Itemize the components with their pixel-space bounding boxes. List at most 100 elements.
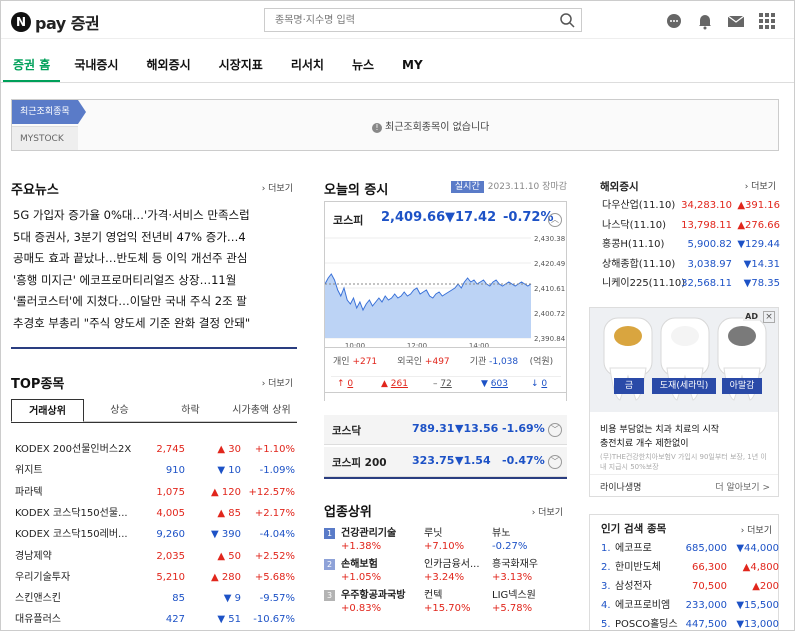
sector-stock[interactable]: 컨텍 (424, 589, 442, 602)
kospi200-change: ▼1.54 (455, 454, 491, 467)
collapse-icon[interactable]: ︿ (548, 213, 562, 227)
stock-pct: -1.09% (259, 465, 295, 477)
nav-market-index[interactable]: 시장지표 (205, 47, 277, 82)
tab-rising[interactable]: 상승 (84, 399, 155, 422)
sector-stock[interactable]: 루닛 (424, 527, 442, 540)
kosdaq-row[interactable]: 코스닥 789.31 ▼13.56 -1.69% ﹀ (324, 415, 567, 445)
news-item[interactable]: '롤러코스터'에 지쳤다…이달만 국내 주식 2조 팔 (13, 291, 295, 313)
list-item[interactable]: 2 손해보험 +1.05% 인카금융서... +3.24% 흥국화재우 +3.13% (324, 558, 567, 586)
list-item[interactable]: 4. 에코프로비엠 233,000 ▼15,500 (601, 596, 779, 615)
kospi-value: 2,409.66 (381, 210, 446, 225)
list-item[interactable]: 1. 에코프로 685,000 ▼44,000 (601, 539, 779, 558)
nav-news[interactable]: 뉴스 (338, 47, 388, 82)
ad-banner[interactable]: 금 도재(세라믹) 아말감 AD × 비용 부담없는 치과 치료의 시작 충전치… (589, 307, 779, 497)
apps-grid-icon[interactable] (758, 12, 776, 30)
logo-text: pay 증권 (35, 14, 100, 33)
list-item[interactable]: 다우산업(11.10) 34,283.10 ▲391.16 (600, 196, 780, 215)
sector-stock[interactable]: 뷰노 (492, 527, 510, 540)
search-icon[interactable] (559, 12, 575, 28)
stock-name: 파라텍 (15, 486, 43, 498)
overseas-more-link[interactable]: › 더보기 (745, 179, 776, 192)
bell-icon[interactable] (696, 12, 714, 30)
tab-recent[interactable]: 최근조회종목 (12, 100, 86, 124)
close-icon[interactable]: × (763, 311, 775, 323)
table-row[interactable]: KODEX 코스닥150선물... 4,005 ▲ 85 +2.17% (13, 503, 297, 524)
sector-stock[interactable]: 흥국화재우 (492, 558, 538, 571)
popular-more-link[interactable]: › 더보기 (741, 523, 772, 536)
list-item[interactable]: 3 우주항공과국방 +0.83% 컨텍 +15.70% LIG넥스원 +5.78% (324, 589, 567, 617)
news-item[interactable]: 5G 가입자 증가율 0%대…'가격·서비스 만족스럽 (13, 205, 295, 227)
stock-price: 2,035 (156, 550, 185, 562)
tab-falling[interactable]: 하락 (155, 399, 226, 422)
stock-name: 한미반도체 (615, 562, 661, 573)
stock-price: 85 (172, 593, 185, 605)
list-item[interactable]: 5. POSCO홀딩스 447,500 ▼13,000 (601, 615, 779, 630)
list-item[interactable]: 니케이225(11.10) 32,568.11 ▼78.35 (600, 274, 780, 293)
y-tick-label: 2,390.84 (534, 335, 566, 343)
sector-stock[interactable]: LIG넥스원 (492, 589, 536, 602)
popular-title: 인기 검색 종목 (601, 523, 667, 535)
flat-count[interactable]: – 72 (433, 379, 452, 389)
tab-market-cap[interactable]: 시가총액 상위 (226, 399, 297, 422)
sector-name[interactable]: 건강관리기술 (341, 527, 396, 540)
table-row[interactable]: 파라텍 1,075 ▲ 120 +12.57% (13, 482, 297, 503)
sector-more-link[interactable]: › 더보기 (532, 505, 563, 518)
tab-volume[interactable]: 거래상위 (11, 399, 84, 422)
mail-icon[interactable] (727, 12, 745, 30)
tab-mystock[interactable]: MYSTOCK (12, 126, 78, 150)
personal-label: 개인 (333, 357, 350, 367)
list-item[interactable]: 2. 한미반도체 66,300 ▲4,800 (601, 558, 779, 577)
table-row[interactable]: 스킨앤스킨 85 ▼ 9 -9.57% (13, 588, 297, 609)
up-count[interactable]: ▲ 261 (381, 379, 408, 389)
kospi200-row[interactable]: 코스피 200 323.75 ▼1.54 -0.47% ﹀ (324, 447, 567, 477)
expand-icon[interactable]: ﹀ (548, 423, 562, 437)
down-limit[interactable]: ↓ 0 (531, 379, 547, 389)
chat-icon[interactable] (665, 12, 683, 30)
ad-more-link[interactable]: 더 알아보기 > (715, 480, 770, 493)
news-item[interactable]: 5대 증권사, 3분기 영업익 전년비 47% 증가…4 (13, 227, 295, 249)
table-row[interactable]: KODEX 200선물인버스2X 2,745 ▲ 30 +1.10% (13, 439, 297, 460)
news-more-link[interactable]: › 더보기 (262, 181, 293, 194)
sector-more-text: 더보기 (538, 508, 563, 518)
sector-pct: +1.38% (341, 541, 382, 552)
nav-my[interactable]: MY (388, 47, 437, 82)
investor-panel: 개인 +271 외국인 +497 기관 -1,038 (억원) ↑ 0 ▲ 26… (324, 347, 567, 393)
stock-pct: +5.68% (254, 571, 295, 583)
index-name: 나스닥(11.10) (602, 219, 667, 231)
top-more-link[interactable]: › 더보기 (262, 376, 293, 389)
table-row[interactable]: 대유플러스 427 ▼ 51 -10.67% (13, 609, 297, 630)
sector-name[interactable]: 손해보험 (341, 558, 378, 571)
sector-name[interactable]: 우주항공과국방 (341, 589, 405, 602)
unit-label: (억원) (529, 357, 554, 367)
search-input[interactable] (265, 9, 545, 31)
list-item[interactable]: 나스닥(11.10) 13,798.11 ▲276.66 (600, 216, 780, 235)
kospi200-value: 323.75 (412, 454, 455, 467)
nav-home[interactable]: 증권 홈 (3, 47, 61, 82)
nav-overseas[interactable]: 해외증시 (132, 47, 204, 82)
down-count[interactable]: ▼ 603 (481, 379, 508, 389)
kosdaq-value: 789.31 (412, 422, 455, 435)
list-item[interactable]: 상해종합(11.10) 3,038.97 ▼14.31 (600, 255, 780, 274)
rank-number: 4. (601, 600, 611, 611)
nav-research[interactable]: 리서치 (277, 47, 338, 82)
news-item[interactable]: '흥행 미지근' 에코프로머티리얼즈 상장…11월 (13, 270, 295, 292)
list-item[interactable]: 1 건강관리기술 +1.38% 루닛 +7.10% 뷰노 -0.27% (324, 527, 567, 555)
news-item[interactable]: 추경호 부총리 "주식 양도세 기준 완화 결정 안돼" (13, 313, 295, 335)
nav-domestic[interactable]: 국내증시 (60, 47, 132, 82)
table-row[interactable]: 위지트 910 ▼ 10 -1.09% (13, 460, 297, 481)
sector-stock[interactable]: 인카금융서... (424, 558, 480, 571)
table-row[interactable]: KODEX 코스닥150레버... 9,260 ▼ 390 -4.04% (13, 524, 297, 545)
down-count-value: 603 (490, 379, 508, 389)
stock-price: 427 (165, 614, 185, 626)
news-item[interactable]: 공매도 효과 끝났나…반도체 등 이익 개선주 관심 (13, 248, 295, 270)
list-item[interactable]: 홍콩H(11.10) 5,900.82 ▼129.44 (600, 235, 780, 254)
news-divider (11, 347, 297, 349)
logo[interactable]: N pay 증권 (11, 10, 100, 34)
list-item[interactable]: 3. 삼성전자 70,500 ▲200 (601, 577, 779, 596)
table-row[interactable]: 경남제약 2,035 ▲ 50 +2.52% (13, 546, 297, 567)
expand-icon[interactable]: ﹀ (548, 455, 562, 469)
stock-name: 스킨앤스킨 (15, 593, 61, 605)
up-limit[interactable]: ↑ 0 (337, 379, 353, 389)
table-row[interactable]: 우리기술투자 5,210 ▲ 280 +5.68% (13, 567, 297, 588)
sector-stock-pct: -0.27% (492, 541, 528, 552)
